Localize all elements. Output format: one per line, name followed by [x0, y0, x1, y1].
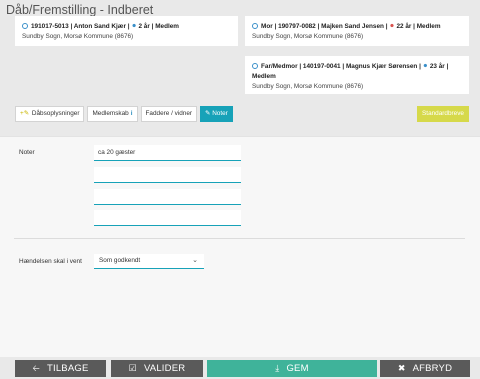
father-age: 23 år [429, 63, 445, 70]
notes-label: Noter [19, 149, 35, 156]
cancel-button[interactable]: ✖ AFBRYD [380, 360, 470, 377]
father-role: Far/Medmor [261, 63, 298, 70]
note-field-2[interactable] [94, 167, 241, 183]
mother-summary: Mor | 190797-0082 | Majken Sand Jensen |… [252, 22, 463, 32]
father-cpr: 140197-0041 [302, 63, 341, 70]
info-icon: i [130, 110, 133, 117]
chevron-down-icon: ⌄ [192, 257, 198, 264]
male-icon: ⚫︎ [422, 63, 429, 70]
mother-status: Medlem [416, 23, 441, 30]
father-summary: Far/Medmor | 140197-0041 | Magnus Kjær S… [252, 62, 449, 80]
notes-panel: Noter Hændelsen skal i vent Som godkendt… [0, 136, 480, 357]
save-label: GEM [286, 363, 309, 374]
note-field-3[interactable] [94, 189, 241, 205]
mother-person-card[interactable]: Mor | 190797-0082 | Majken Sand Jensen |… [245, 16, 469, 46]
download-icon: ⤓ [275, 363, 280, 373]
tab-membership[interactable]: Medlemskab i [87, 106, 138, 122]
female-icon: ⚫︎ [389, 23, 395, 30]
tab-baptism-info[interactable]: +✎ Dåbsoplysninger [15, 106, 85, 122]
note-field-4[interactable] [94, 210, 241, 226]
note-field-1[interactable] [94, 145, 241, 161]
mother-age: 22 år [396, 23, 412, 30]
tab-godparents-label: Faddere / vidner [145, 110, 193, 117]
child-age: 2 år [138, 23, 150, 30]
action-bar: 🡠 TILBAGE ☑ VALIDER ⤓ GEM ✖ AFBRYD [0, 357, 480, 379]
back-label: TILBAGE [46, 363, 89, 374]
father-status: Medlem [252, 72, 276, 80]
hold-event-value: Som godkendt [99, 257, 141, 264]
edit-pencil-icon: +✎ [20, 110, 30, 117]
save-button[interactable]: ⤓ GEM [207, 360, 377, 377]
hold-event-select[interactable]: Som godkendt ⌄ [94, 254, 204, 269]
child-cpr: 191017-5013 [31, 23, 69, 30]
father-address: Sundby Sogn, Morsø Kommune (8676) [252, 82, 364, 90]
tab-godparents[interactable]: Faddere / vidner [140, 106, 198, 122]
mother-address: Sundby Sogn, Morsø Kommune (8676) [252, 32, 364, 40]
father-name: Magnus Kjær Sørensen [345, 63, 418, 70]
back-button[interactable]: 🡠 TILBAGE [15, 360, 106, 377]
hold-event-label: Hændelsen skal i vent [19, 258, 82, 265]
edit-pencil-icon: ✎ [205, 110, 211, 117]
page-title: Dåb/Fremstilling - Indberet [6, 3, 154, 17]
child-name: Anton Sand Kjær [73, 23, 126, 30]
child-person-card[interactable]: 191017-5013 | Anton Sand Kjær | ⚫︎ 2 år … [15, 16, 238, 46]
child-summary: 191017-5013 | Anton Sand Kjær | ⚫︎ 2 år … [22, 22, 232, 32]
mother-role: Mor [261, 23, 273, 30]
tab-membership-label: Medlemskab [92, 110, 129, 117]
tab-notes[interactable]: ✎ Noter [200, 106, 233, 122]
close-icon: ✖ [397, 363, 406, 373]
standard-letters-button[interactable]: Standardbreve [417, 106, 469, 122]
validate-button[interactable]: ☑ VALIDER [111, 360, 203, 377]
section-tabs: +✎ Dåbsoplysninger Medlemskab i Faddere /… [15, 106, 233, 122]
cancel-label: AFBRYD [412, 363, 453, 374]
tab-notes-label: Noter [212, 110, 228, 117]
validate-label: VALIDER [143, 363, 186, 374]
mother-name: Majken Sand Jensen [321, 23, 384, 30]
checkbox-icon: ☑ [128, 363, 137, 373]
person-circle-icon [252, 62, 258, 69]
father-person-card[interactable]: Far/Medmor | 140197-0041 | Magnus Kjær S… [245, 56, 469, 94]
person-circle-icon [252, 22, 258, 29]
tab-baptism-label: Dåbsoplysninger [31, 110, 80, 117]
divider [14, 238, 465, 239]
person-circle-icon [22, 22, 28, 29]
child-address: Sundby Sogn, Morsø Kommune (8676) [22, 32, 134, 40]
child-status: Medlem [155, 23, 179, 30]
male-icon: ⚫︎ [131, 23, 137, 30]
mother-cpr: 190797-0082 [278, 23, 316, 30]
arrow-left-icon: 🡠 [32, 363, 40, 373]
